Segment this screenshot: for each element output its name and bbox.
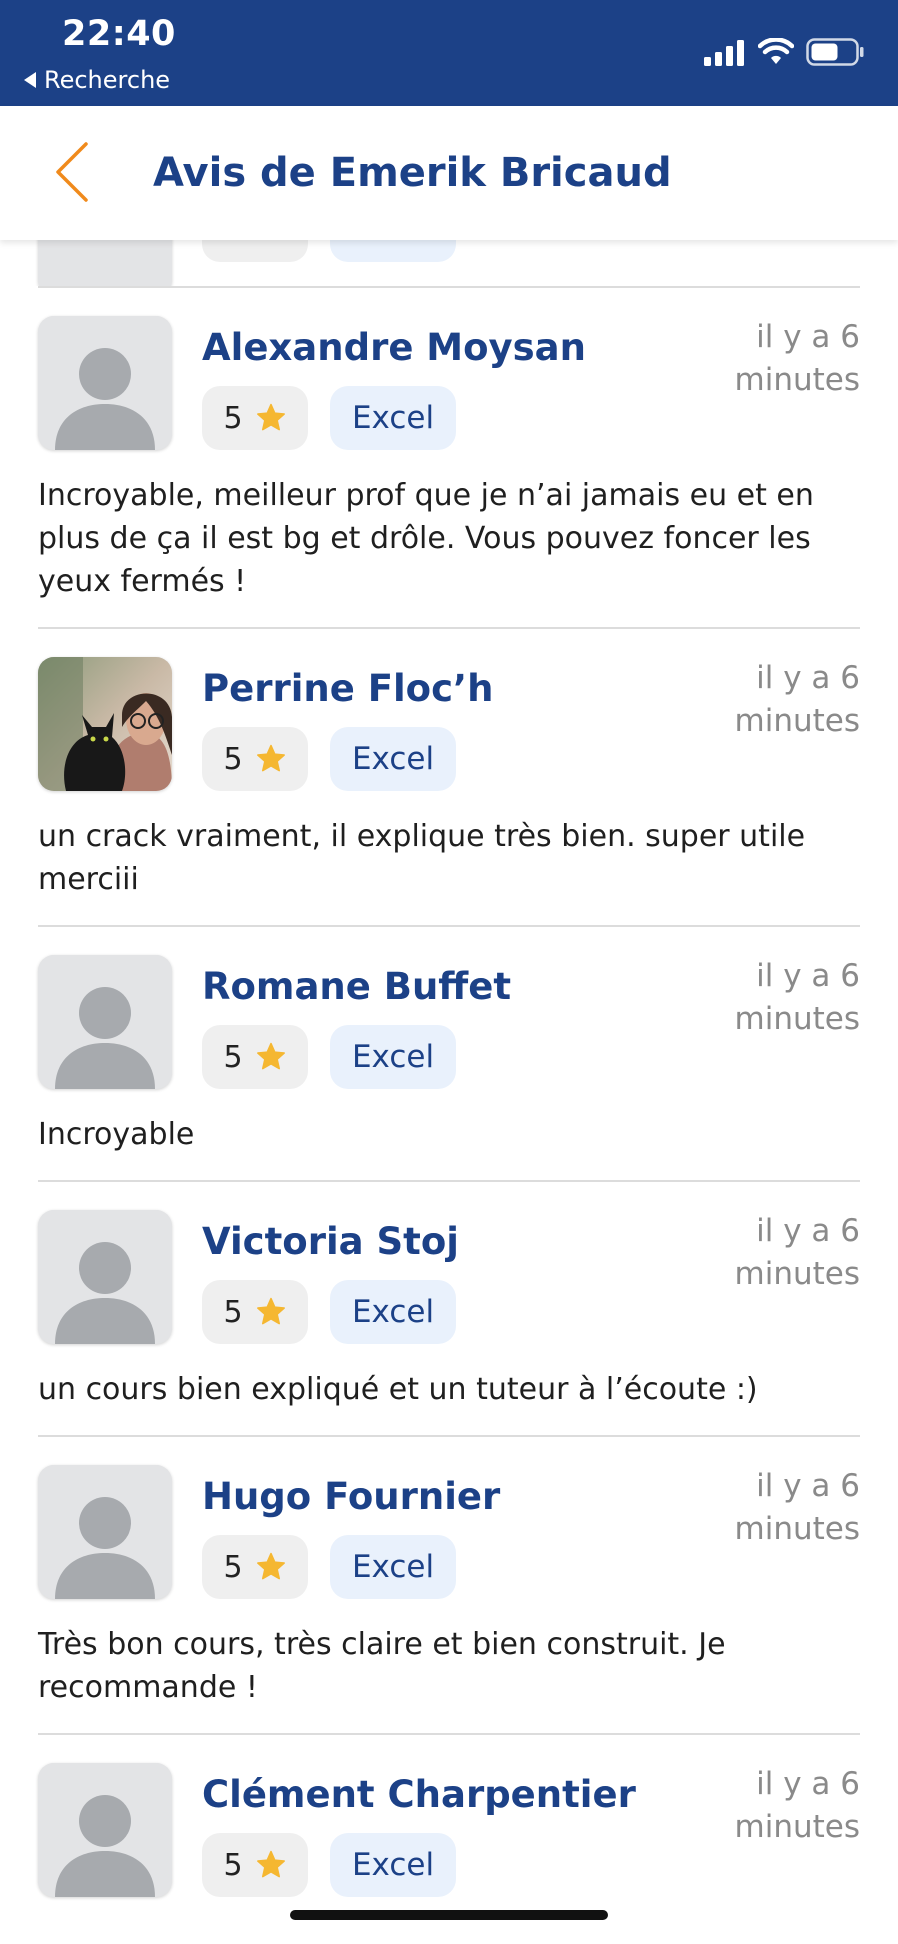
subject-tag[interactable]: Excel bbox=[330, 386, 456, 450]
person-placeholder-icon bbox=[38, 1465, 172, 1599]
review-text: Incroyable, meilleur prof que je n’ai ja… bbox=[38, 478, 814, 599]
subject-tag bbox=[330, 240, 456, 262]
subject-tag[interactable]: Excel bbox=[330, 727, 456, 791]
rating-value: 5 bbox=[223, 741, 243, 777]
review-item: Clément Charpentier il y a 6 minutes 5 Exce… bbox=[0, 1735, 898, 1903]
rating-badge: 5 bbox=[202, 1025, 308, 1089]
subject-tag-label: Excel bbox=[351, 741, 435, 777]
review-time: il y a 6 minutes bbox=[734, 660, 860, 739]
review-header: Alexandre Moysan il y a 6 minutes 5 Excel bbox=[0, 288, 898, 456]
star-icon bbox=[256, 1042, 285, 1070]
star-icon bbox=[256, 1850, 285, 1878]
chevron-left-icon[interactable] bbox=[52, 140, 92, 204]
reviewer-name[interactable]: Romane Buffet bbox=[202, 965, 511, 1008]
review-time: il y a 6 minutes bbox=[734, 319, 860, 398]
review-text: Très bon cours, très claire et bien cons… bbox=[38, 1627, 726, 1705]
review-item: Romane Buffet il y a 6 minutes 5 Excel Incro… bbox=[0, 927, 898, 1180]
battery-icon bbox=[806, 38, 864, 66]
review-header: Clément Charpentier il y a 6 minutes 5 Exce… bbox=[0, 1735, 898, 1903]
profile-photo bbox=[38, 657, 172, 791]
rating-value: 5 bbox=[223, 1847, 243, 1883]
review-time: il y a 6 minutes bbox=[734, 1766, 860, 1845]
subject-tag-label: Excel bbox=[351, 1039, 435, 1075]
avatar[interactable] bbox=[38, 657, 172, 791]
star-icon bbox=[256, 403, 285, 431]
avatar[interactable] bbox=[38, 1465, 172, 1599]
reviews-list[interactable]: Alexandre Moysan il y a 6 minutes 5 Excel In… bbox=[0, 240, 898, 1903]
star-icon bbox=[256, 1297, 285, 1325]
rating-value: 5 bbox=[223, 1039, 243, 1075]
review-text: un cours bien expliqué et un tuteur à l’… bbox=[38, 1372, 758, 1407]
person-placeholder-icon bbox=[38, 1763, 172, 1897]
status-bar: 22:40 Recherche bbox=[0, 0, 898, 106]
avatar[interactable] bbox=[38, 955, 172, 1089]
back-to-app-link[interactable]: Recherche bbox=[24, 66, 170, 94]
reviewer-name[interactable]: Alexandre Moysan bbox=[202, 326, 586, 369]
avatar bbox=[38, 240, 172, 286]
status-icons bbox=[704, 38, 864, 66]
rating-badge: 5 bbox=[202, 1535, 308, 1599]
subject-tag-label: Excel bbox=[351, 400, 435, 436]
reviewer-name[interactable]: Clément Charpentier bbox=[202, 1773, 636, 1816]
rating-badge: 5 bbox=[202, 386, 308, 450]
rating-badge: 5 bbox=[202, 727, 308, 791]
home-indicator bbox=[290, 1910, 608, 1920]
subject-tag[interactable]: Excel bbox=[330, 1535, 456, 1599]
back-to-app-label: Recherche bbox=[44, 66, 171, 94]
star-icon bbox=[256, 1552, 285, 1580]
subject-tag[interactable]: Excel bbox=[330, 1833, 456, 1897]
reviewer-name[interactable]: Hugo Fournier bbox=[202, 1475, 500, 1518]
avatar[interactable] bbox=[38, 316, 172, 450]
rating-badge bbox=[202, 240, 308, 262]
signal-icon bbox=[704, 40, 744, 66]
subject-tag[interactable]: Excel bbox=[330, 1025, 456, 1089]
person-placeholder-icon bbox=[38, 316, 172, 450]
wifi-icon bbox=[758, 38, 794, 64]
review-item: Perrine Floc’h il y a 6 minutes 5 Excel un c… bbox=[0, 629, 898, 925]
reviewer-name[interactable]: Perrine Floc’h bbox=[202, 667, 493, 710]
review-header: Romane Buffet il y a 6 minutes 5 Excel bbox=[0, 927, 898, 1095]
reviewer-name[interactable]: Victoria Stoj bbox=[202, 1220, 459, 1263]
previous-review-partial bbox=[0, 240, 898, 286]
subject-tag-label: Excel bbox=[351, 1294, 435, 1330]
review-text: Incroyable bbox=[38, 1117, 195, 1152]
review-header: Perrine Floc’h il y a 6 minutes 5 Excel bbox=[0, 629, 898, 797]
subject-tag-label: Excel bbox=[351, 1549, 435, 1585]
review-text: un crack vraiment, il explique très bien… bbox=[38, 819, 806, 897]
page-title: Avis de Emerik Bricaud bbox=[153, 150, 672, 196]
nav-bar: Avis de Emerik Bricaud bbox=[0, 106, 898, 240]
status-time: 22:40 bbox=[62, 14, 176, 54]
rating-value: 5 bbox=[223, 1549, 243, 1585]
review-header: Hugo Fournier il y a 6 minutes 5 Excel bbox=[0, 1437, 898, 1605]
star-icon bbox=[256, 744, 285, 772]
review-item: Victoria Stoj il y a 6 minutes 5 Excel un co… bbox=[0, 1182, 898, 1435]
review-time: il y a 6 minutes bbox=[734, 958, 860, 1037]
back-triangle-icon bbox=[24, 72, 36, 88]
rating-value: 5 bbox=[223, 1294, 243, 1330]
person-placeholder-icon bbox=[38, 1210, 172, 1344]
subject-tag-label: Excel bbox=[351, 1847, 435, 1883]
subject-tag[interactable]: Excel bbox=[330, 1280, 456, 1344]
review-time: il y a 6 minutes bbox=[734, 1468, 860, 1547]
review-item: Alexandre Moysan il y a 6 minutes 5 Excel In… bbox=[0, 288, 898, 627]
rating-value: 5 bbox=[223, 400, 243, 436]
avatar[interactable] bbox=[38, 1210, 172, 1344]
rating-badge: 5 bbox=[202, 1280, 308, 1344]
person-placeholder-icon bbox=[38, 955, 172, 1089]
avatar[interactable] bbox=[38, 1763, 172, 1897]
review-item: Hugo Fournier il y a 6 minutes 5 Excel Très … bbox=[0, 1437, 898, 1733]
rating-badge: 5 bbox=[202, 1833, 308, 1897]
review-time: il y a 6 minutes bbox=[734, 1213, 860, 1292]
review-header: Victoria Stoj il y a 6 minutes 5 Excel bbox=[0, 1182, 898, 1350]
